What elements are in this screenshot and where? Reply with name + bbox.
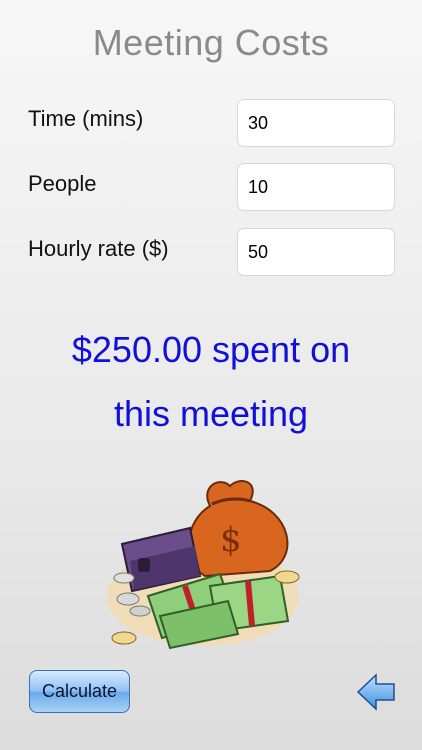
hourly-rate-input[interactable]: [237, 228, 395, 276]
people-input[interactable]: [237, 163, 395, 211]
money-bag-mark: $: [220, 520, 242, 560]
cost-result: $250.00 spent on this meeting: [20, 318, 402, 446]
calculate-button[interactable]: Calculate: [29, 670, 130, 713]
time-label: Time (mins): [28, 106, 144, 131]
money-wallet-illustration: $: [107, 480, 300, 650]
cost-result-line1: $250.00 spent on: [71, 329, 351, 370]
back-arrow-icon[interactable]: [356, 672, 396, 712]
people-label: People: [28, 171, 97, 196]
cost-result-line2: this meeting: [113, 393, 309, 434]
time-input[interactable]: [237, 99, 395, 147]
page-title: Meeting Costs: [92, 22, 330, 63]
rate-label: Hourly rate ($): [28, 236, 169, 261]
money-bag-icon: $: [187, 480, 289, 578]
